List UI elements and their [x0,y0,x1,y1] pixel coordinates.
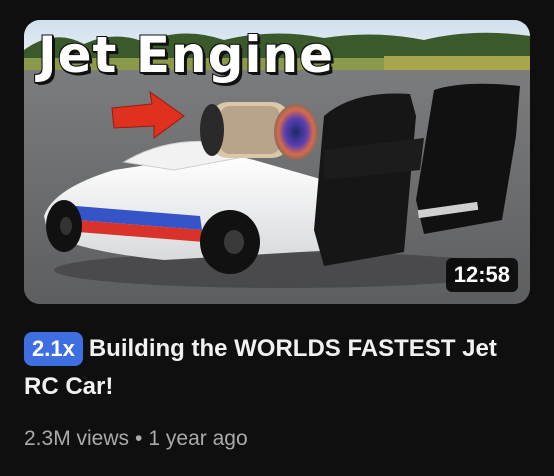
meta-separator: • [135,427,143,450]
video-title[interactable]: Building the WORLDS FASTEST Jet RC Car! [24,335,497,400]
playback-speed-badge[interactable]: 2.1x [24,332,83,366]
video-metadata: 2.3M views • 1 year ago [24,424,248,454]
upload-age: 1 year ago [148,427,248,450]
video-title-row: 2.1x Building the WORLDS FASTEST Jet RC C… [24,330,530,406]
view-count: 2.3M views [24,427,130,450]
thumbnail-overlay-text: Jet Engine [37,25,335,85]
duration-badge: 12:58 [445,258,518,292]
video-card: Jet Engine 12:58 2.1x Building the WORLDS… [0,0,554,476]
video-thumbnail[interactable]: Jet Engine 12:58 [24,20,530,304]
